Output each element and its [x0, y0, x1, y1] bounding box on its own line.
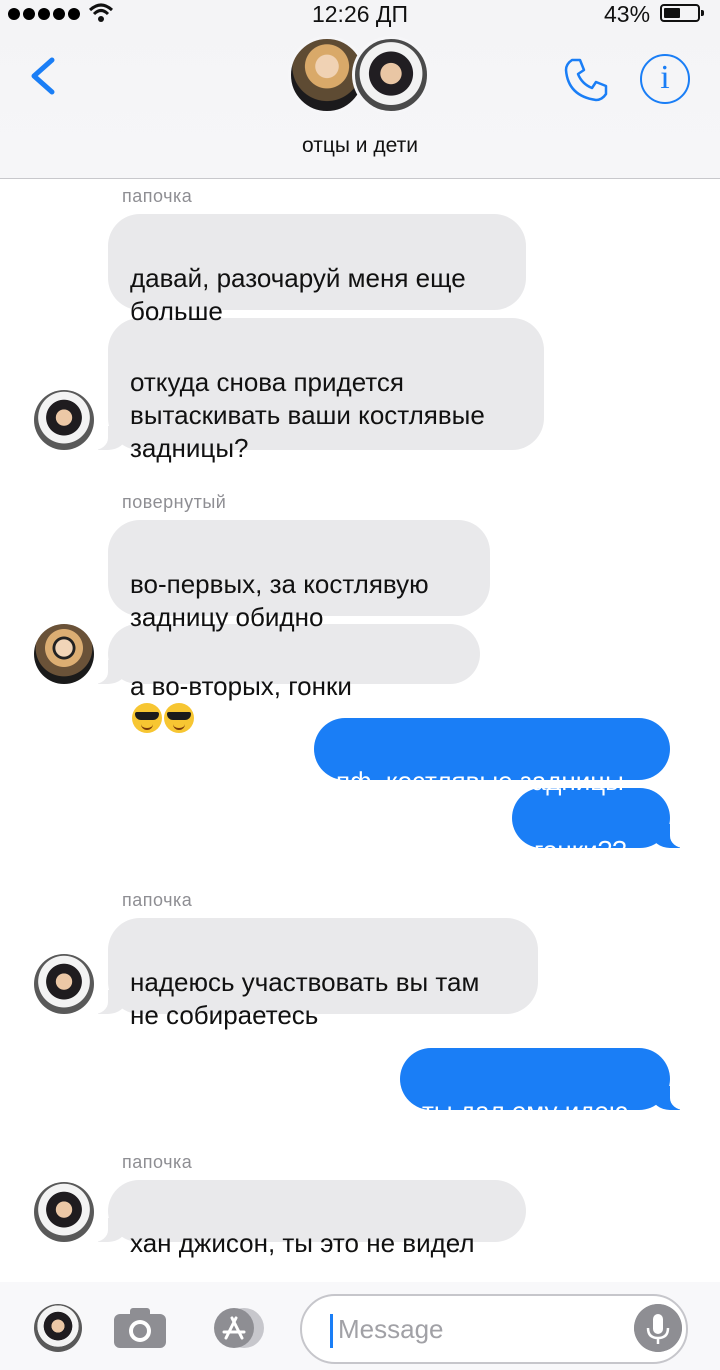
- message-text: откуда снова придется вытаскивать ваши к…: [130, 367, 485, 463]
- incoming-message[interactable]: давай, разочаруй меня еще больше: [108, 214, 526, 326]
- incoming-message[interactable]: откуда снова придется вытаскивать ваши к…: [82, 318, 544, 463]
- group-title[interactable]: отцы и дети: [0, 134, 720, 158]
- outgoing-message[interactable]: ты дал ему идею: [400, 1048, 696, 1126]
- message-text: во-первых, за костлявую задницу обидно: [130, 569, 429, 632]
- avatar[interactable]: [34, 1304, 82, 1352]
- message-text: надеюсь участвовать вы там не собираетес…: [130, 967, 480, 1030]
- phone-icon[interactable]: [562, 56, 610, 104]
- message-input-placeholder: Message: [338, 1314, 444, 1344]
- microphone-icon[interactable]: [634, 1304, 682, 1352]
- message-text: давай, разочаруй меня еще больше: [130, 263, 466, 326]
- sender-name: папочка: [122, 1152, 193, 1172]
- status-bar: 12:26 ДП 43%: [0, 0, 720, 30]
- incoming-message[interactable]: надеюсь участвовать вы там не собираетес…: [82, 918, 538, 1030]
- group-avatar-2[interactable]: [352, 36, 430, 114]
- message-text: а во-вторых, гонки: [130, 671, 352, 701]
- message-text: пф, костлявые задницы: [336, 766, 624, 796]
- sender-name: папочка: [122, 186, 193, 206]
- message-input[interactable]: Message: [300, 1294, 688, 1364]
- message-text: ты дал ему идею: [422, 1096, 629, 1126]
- outgoing-message[interactable]: пф, костлявые задницы: [314, 718, 670, 796]
- sender-name: папочка: [122, 890, 193, 910]
- message-text: гонки??: [534, 835, 627, 865]
- incoming-message[interactable]: а во-вторых, гонки: [82, 624, 480, 733]
- outgoing-message[interactable]: гонки??: [512, 788, 696, 865]
- conversation-header: 12:26 ДП 43% отцы и дети i: [0, 0, 720, 179]
- avatar[interactable]: [34, 1182, 94, 1242]
- incoming-message[interactable]: хан джисон, ты это не видел: [82, 1180, 526, 1258]
- sunglasses-emoji: [132, 703, 162, 733]
- message-input-bar: Message: [0, 1282, 720, 1370]
- message-text: хан джисон, ты это не видел: [130, 1228, 475, 1258]
- sunglasses-emoji: [164, 703, 194, 733]
- sender-name: повернутый: [122, 492, 227, 512]
- camera-icon[interactable]: [112, 1306, 168, 1350]
- avatar[interactable]: [34, 624, 94, 684]
- battery-percentage: 43%: [604, 1, 651, 27]
- avatar[interactable]: [34, 390, 94, 450]
- text-cursor: [330, 1314, 333, 1348]
- chevron-left-icon[interactable]: [24, 56, 64, 96]
- battery-icon: [660, 4, 704, 22]
- app-store-icon[interactable]: [204, 1306, 268, 1350]
- avatar[interactable]: [34, 954, 94, 1014]
- incoming-message[interactable]: во-первых, за костлявую задницу обидно: [108, 520, 490, 632]
- info-icon[interactable]: i: [640, 54, 690, 104]
